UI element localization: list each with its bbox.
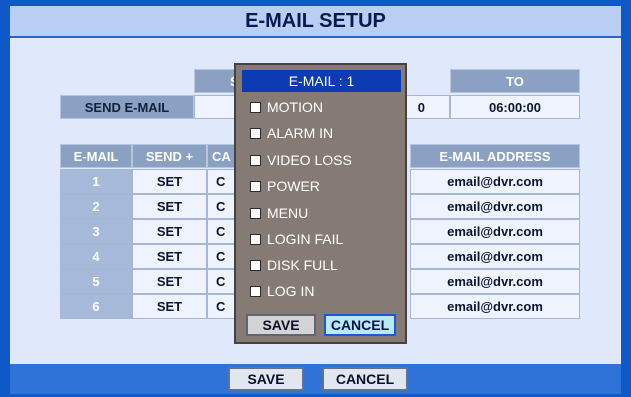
save-button[interactable]: SAVE (228, 367, 304, 391)
email-event-popup: E-MAIL : 1 MOTION ALARM IN VIDEO LOSS PO… (234, 63, 407, 344)
email-address-field[interactable]: email@dvr.com (410, 244, 580, 269)
checkbox-icon[interactable] (250, 101, 261, 113)
window-title: E-MAIL SETUP (10, 6, 621, 38)
email-address-field[interactable]: email@dvr.com (410, 194, 580, 219)
checkbox-item-log-in[interactable]: LOG IN (250, 280, 314, 302)
row-number: 2 (60, 194, 132, 219)
checkbox-item-alarm-in[interactable]: ALARM IN (250, 122, 333, 144)
col-email-address: E-MAIL ADDRESS (410, 144, 580, 168)
checkbox-item-power[interactable]: POWER (250, 175, 320, 197)
send-set-button[interactable]: SET (132, 269, 207, 294)
email-setup-window: E-MAIL SETUP SC TO SEND E-MAIL 0 06:00:0… (0, 0, 631, 397)
row-number: 1 (60, 169, 132, 194)
checkbox-label: MOTION (267, 99, 323, 115)
checkbox-label: POWER (267, 178, 320, 194)
schedule-to-header: TO (450, 69, 580, 93)
checkbox-item-login-fail[interactable]: LOGIN FAIL (250, 228, 343, 250)
checkbox-icon[interactable] (250, 127, 261, 139)
email-address-field[interactable]: email@dvr.com (410, 269, 580, 294)
send-set-button[interactable]: SET (132, 194, 207, 219)
checkbox-icon[interactable] (250, 259, 261, 271)
checkbox-icon[interactable] (250, 207, 261, 219)
popup-save-button[interactable]: SAVE (246, 314, 316, 336)
checkbox-item-disk-full[interactable]: DISK FULL (250, 254, 338, 276)
send-set-button[interactable]: SET (132, 244, 207, 269)
footer-bar: SAVE CANCEL (10, 364, 621, 394)
email-address-field[interactable]: email@dvr.com (410, 294, 580, 319)
send-set-button[interactable]: SET (132, 219, 207, 244)
checkbox-label: LOGIN FAIL (267, 231, 344, 247)
col-email: E-MAIL (60, 144, 132, 168)
row-number: 6 (60, 294, 132, 319)
checkbox-icon[interactable] (250, 180, 261, 192)
checkbox-item-video-loss[interactable]: VIDEO LOSS (250, 149, 352, 171)
checkbox-item-menu[interactable]: MENU (250, 202, 308, 224)
checkbox-icon[interactable] (250, 154, 261, 166)
row-number: 5 (60, 269, 132, 294)
email-address-field[interactable]: email@dvr.com (410, 219, 580, 244)
send-email-label: SEND E-MAIL (60, 95, 194, 119)
cancel-button[interactable]: CANCEL (322, 367, 408, 391)
checkbox-label: ALARM IN (267, 125, 334, 141)
row-number: 3 (60, 219, 132, 244)
checkbox-label: VIDEO LOSS (267, 152, 352, 168)
popup-title: E-MAIL : 1 (242, 70, 401, 92)
schedule-to-field[interactable]: 06:00:00 (450, 95, 580, 119)
send-set-button[interactable]: SET (132, 294, 207, 319)
checkbox-icon[interactable] (250, 285, 261, 297)
popup-cancel-button[interactable]: CANCEL (324, 314, 396, 336)
send-set-button[interactable]: SET (132, 169, 207, 194)
checkbox-icon[interactable] (250, 233, 261, 245)
col-send: SEND + (132, 144, 207, 168)
checkbox-label: DISK FULL (267, 257, 338, 273)
email-address-field[interactable]: email@dvr.com (410, 169, 580, 194)
row-number: 4 (60, 244, 132, 269)
checkbox-item-motion[interactable]: MOTION (250, 96, 323, 118)
checkbox-label: LOG IN (267, 283, 315, 299)
checkbox-label: MENU (267, 205, 309, 221)
